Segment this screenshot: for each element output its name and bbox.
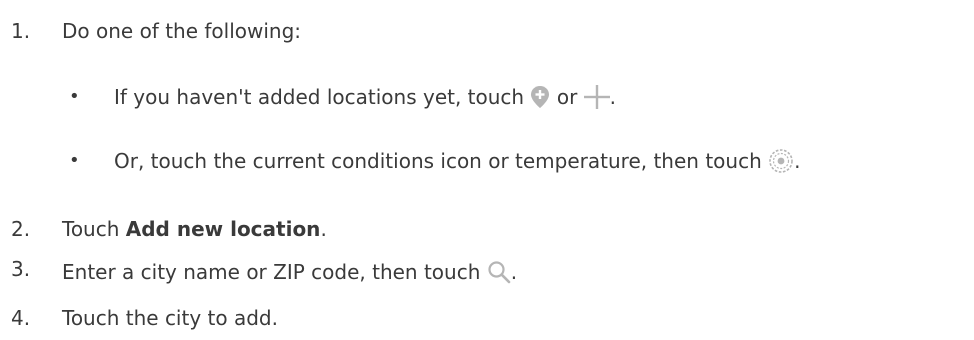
step-text-after: .: [320, 217, 327, 241]
step-number: 2.: [11, 217, 31, 241]
bullet-text-middle: or: [556, 85, 578, 109]
plus-icon: [583, 84, 610, 109]
bullet-text-after: .: [609, 85, 617, 109]
bullet-marker: •: [69, 150, 80, 171]
bullet-text: Or, touch the current conditions icon or…: [114, 147, 800, 176]
step-number: 1.: [11, 19, 31, 43]
bullet-text: If you haven't added locations yet, touc…: [114, 83, 616, 111]
step-text: Do one of the following:: [62, 19, 302, 43]
step-number: 4.: [11, 306, 31, 330]
settings-gear-icon: [768, 148, 794, 174]
step-text-after: .: [510, 260, 518, 284]
add-location-pin-icon: [530, 85, 550, 109]
search-icon: [487, 260, 511, 284]
step-text: Touch the city to add.: [62, 306, 278, 330]
bullet-text-before: Or, touch the current conditions icon or…: [114, 149, 762, 173]
bullet-text-before: If you haven't added locations yet, touc…: [114, 85, 525, 109]
step-text: Touch Add new location.: [62, 215, 327, 243]
step-number: 3.: [11, 257, 31, 281]
bullet-marker: •: [69, 86, 80, 107]
step-text: Enter a city name or ZIP code, then touc…: [62, 258, 517, 286]
step-text-before: Enter a city name or ZIP code, then touc…: [62, 260, 481, 284]
step-text-bold: Add new location: [125, 217, 321, 241]
bullet-text-after: .: [794, 149, 801, 173]
step-text-before: Touch: [62, 217, 120, 241]
